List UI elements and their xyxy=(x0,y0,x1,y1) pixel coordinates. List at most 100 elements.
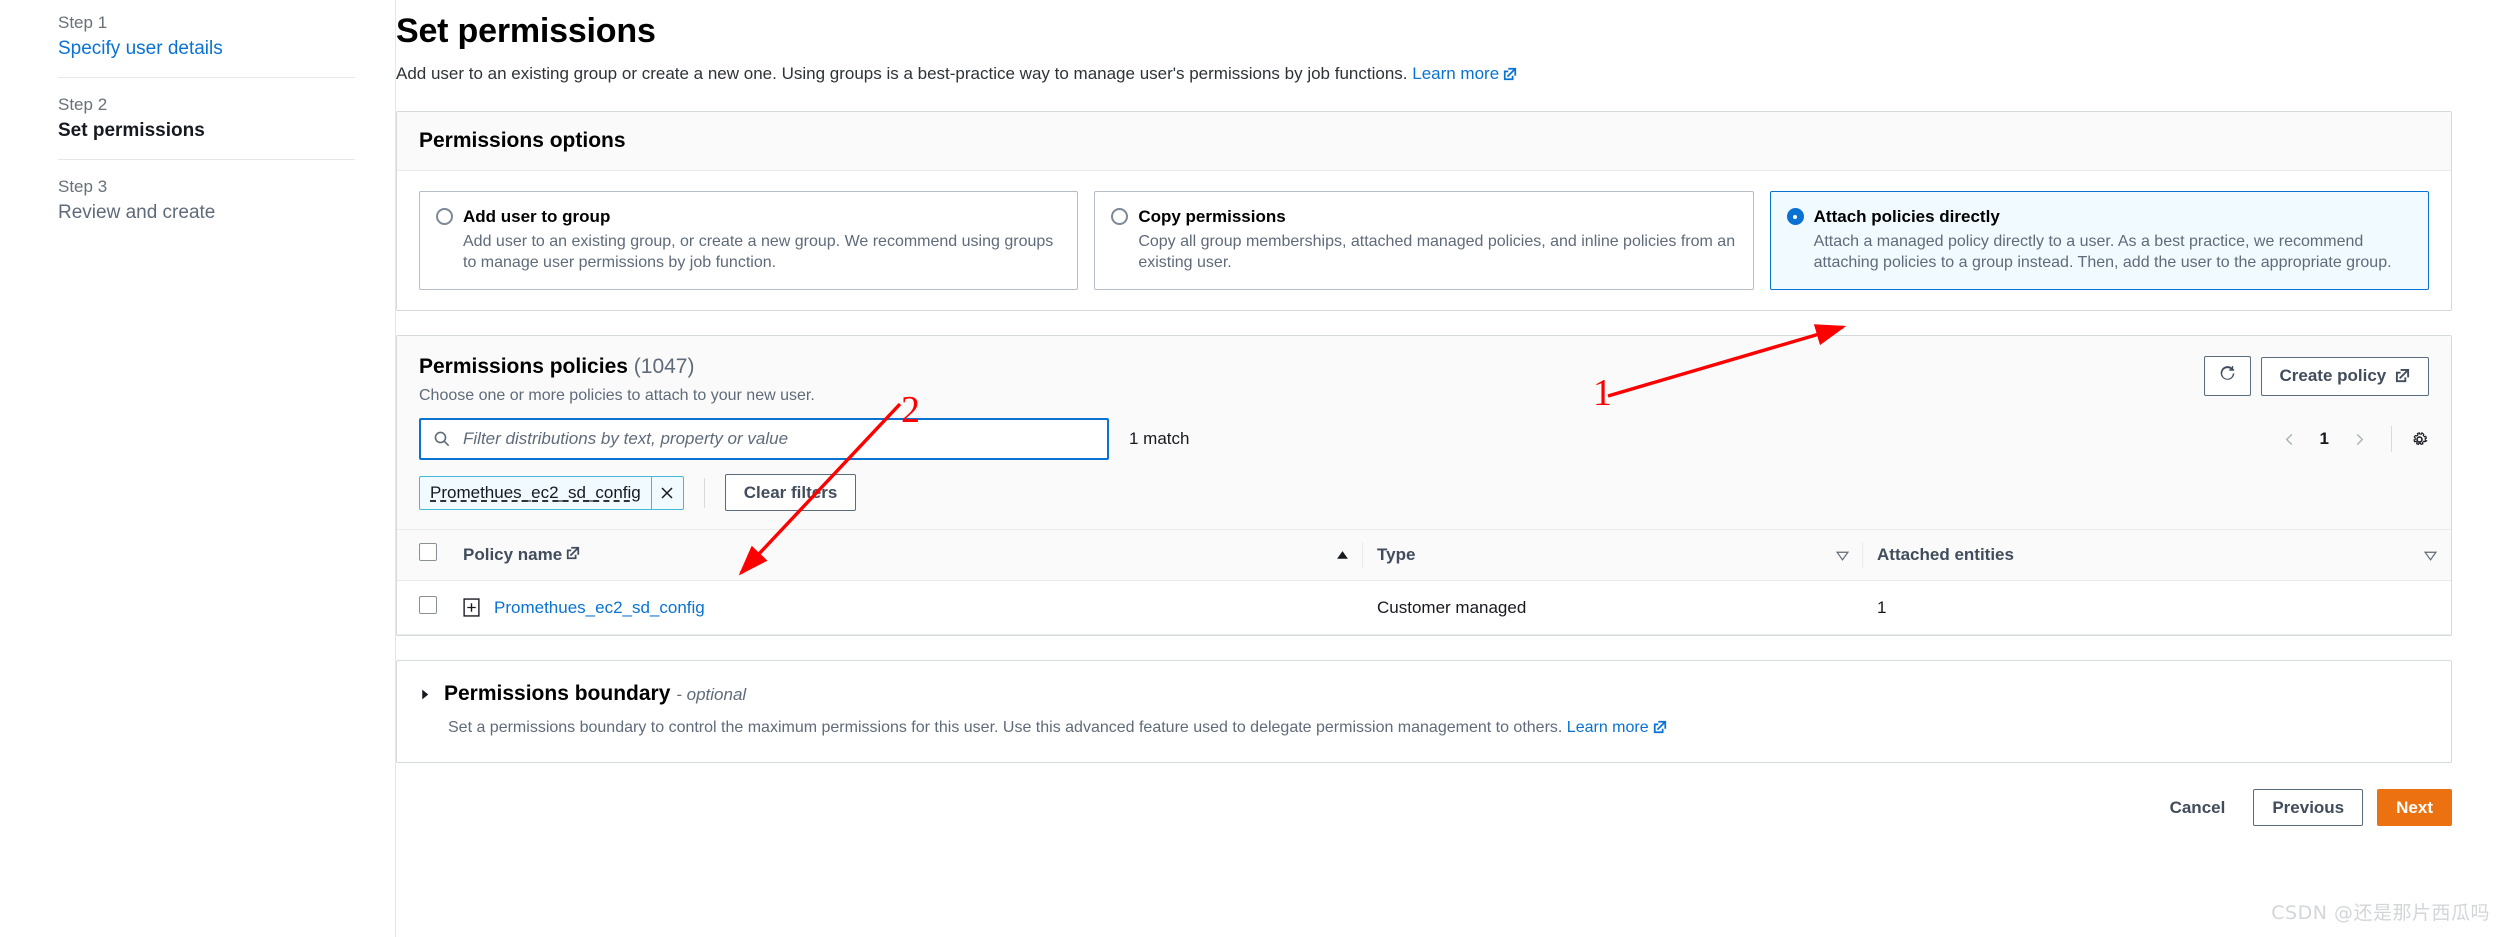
external-link-icon xyxy=(566,544,580,566)
option-card-add-user-to-group[interactable]: Add user to group Add user to an existin… xyxy=(419,191,1079,290)
external-link-icon xyxy=(2395,367,2410,388)
column-header-policy-name[interactable]: Policy name xyxy=(463,529,1363,581)
policies-title: Permissions policies xyxy=(419,355,628,378)
policies-filter-row: 1 match 1 xyxy=(397,406,2451,460)
boundary-learn-more-link[interactable]: Learn more xyxy=(1567,719,1649,736)
header-learn-more-label: Learn more xyxy=(1412,64,1500,83)
row-type-cell: Customer managed xyxy=(1363,580,1863,635)
pagination-page-number[interactable]: 1 xyxy=(2310,429,2339,449)
main-content: Set permissions Add user to an existing … xyxy=(396,0,2512,937)
wizard-step-3: Step 3 Review and create xyxy=(58,159,355,241)
pagination-previous-icon[interactable] xyxy=(2276,425,2304,453)
permissions-option-cards: Add user to group Add user to an existin… xyxy=(419,191,2429,290)
permissions-boundary-label: Permissions boundary xyxy=(444,682,671,705)
refresh-icon xyxy=(2218,366,2237,387)
option-title-attach-policies-directly: Attach policies directly xyxy=(1813,207,2000,226)
table-preferences-button[interactable] xyxy=(2410,430,2429,449)
permissions-boundary-container: Permissions boundary - optional Set a pe… xyxy=(396,660,2452,763)
select-all-checkbox[interactable] xyxy=(419,543,437,561)
policies-count: (1047) xyxy=(633,355,695,378)
external-link-icon xyxy=(1653,719,1667,740)
wizard-footer: Cancel Previous Next xyxy=(396,789,2452,826)
option-title-add-user-to-group: Add user to group xyxy=(463,207,611,226)
policies-header-actions: Create policy xyxy=(2203,354,2429,396)
permissions-policies-container: Permissions policies (1047) Choose one o… xyxy=(396,335,2452,636)
clear-filters-button[interactable]: Clear filters xyxy=(724,474,857,511)
sort-ascending-icon xyxy=(1336,549,1363,562)
column-label-policy-name: Policy name xyxy=(463,545,563,564)
policies-pagination: 1 xyxy=(2276,425,2429,453)
option-desc-copy-permissions: Copy all group memberships, attached man… xyxy=(1138,233,1736,271)
set-permissions-page: Step 1 Specify user details Step 2 Set p… xyxy=(0,0,2512,937)
wizard-steps-rail: Step 1 Specify user details Step 2 Set p… xyxy=(0,0,396,937)
policies-table: Policy name Type Attached entities Prome… xyxy=(397,529,2451,635)
filter-token[interactable]: Promethues_ec2_sd_config xyxy=(419,475,684,510)
policy-name-link[interactable]: Promethues_ec2_sd_config xyxy=(494,598,705,618)
policy-search-box[interactable] xyxy=(419,418,1109,460)
permissions-boundary-optional: - optional xyxy=(676,685,747,704)
page-description: Add user to an existing group or create … xyxy=(396,63,2452,87)
filter-token-remove-icon[interactable] xyxy=(650,476,683,509)
table-row[interactable]: Promethues_ec2_sd_config Customer manage… xyxy=(397,580,2451,635)
policies-subtitle: Choose one or more policies to attach to… xyxy=(419,387,815,404)
policies-header: Permissions policies (1047) Choose one o… xyxy=(397,336,2451,406)
wizard-step-1: Step 1 Specify user details xyxy=(58,6,355,77)
radio-attach-policies-directly[interactable] xyxy=(1786,208,1804,225)
column-label-attached-entities: Attached entities xyxy=(1877,545,2014,564)
expand-caret-icon[interactable] xyxy=(419,688,432,701)
row-checkbox[interactable] xyxy=(419,596,437,614)
external-link-icon xyxy=(1503,65,1517,87)
permissions-options-body: Add user to group Add user to an existin… xyxy=(397,171,2451,310)
step-2-label: Step 2 xyxy=(58,95,108,114)
sort-icon-type xyxy=(1836,549,1863,562)
wizard-step-2: Step 2 Set permissions xyxy=(58,77,355,159)
option-desc-add-user-to-group: Add user to an existing group, or create… xyxy=(463,233,1054,271)
step-1-name[interactable]: Specify user details xyxy=(58,37,355,61)
select-all-header xyxy=(397,529,463,581)
create-policy-label: Create policy xyxy=(2279,365,2387,385)
match-count: 1 match xyxy=(1129,429,1190,448)
create-policy-button[interactable]: Create policy xyxy=(2260,356,2429,396)
permissions-boundary-title: Permissions boundary - optional xyxy=(444,681,746,708)
token-row-divider xyxy=(703,477,705,508)
radio-copy-permissions[interactable] xyxy=(1111,208,1129,225)
step-3-name: Review and create xyxy=(58,202,216,223)
radio-add-user-to-group[interactable] xyxy=(436,208,453,225)
search-icon xyxy=(433,430,451,448)
policy-search-input[interactable] xyxy=(461,420,1095,458)
row-policy-name-cell: Promethues_ec2_sd_config xyxy=(463,580,1363,635)
option-card-attach-policies-directly[interactable]: Attach policies directly Attach a manage… xyxy=(1769,191,2429,290)
header-learn-more-link[interactable]: Learn more xyxy=(1412,64,1499,83)
option-desc-attach-policies-directly: Attach a managed policy directly to a us… xyxy=(1813,233,2392,271)
previous-button[interactable]: Previous xyxy=(2253,789,2364,826)
refresh-button[interactable] xyxy=(2203,356,2251,396)
permissions-options-header: Permissions options xyxy=(397,112,2451,171)
permissions-boundary-description-text: Set a permissions boundary to control th… xyxy=(448,719,1563,736)
cancel-button[interactable]: Cancel xyxy=(2156,791,2240,825)
column-header-type[interactable]: Type xyxy=(1363,529,1863,581)
row-select-cell xyxy=(397,580,463,635)
next-button[interactable]: Next xyxy=(2377,789,2452,826)
column-header-attached-entities[interactable]: Attached entities xyxy=(1863,529,2451,581)
permissions-options-container: Permissions options Add user to group Ad… xyxy=(396,111,2452,311)
option-title-copy-permissions: Copy permissions xyxy=(1138,207,1286,226)
step-1-label: Step 1 xyxy=(58,13,108,32)
page-description-text: Add user to an existing group or create … xyxy=(396,64,1408,83)
pagination-next-icon[interactable] xyxy=(2345,425,2373,453)
permissions-boundary-description: Set a permissions boundary to control th… xyxy=(448,717,2429,740)
clear-filters-label: Clear filters xyxy=(743,483,838,502)
policy-document-icon xyxy=(463,598,480,617)
sort-icon-attached-entities xyxy=(2424,549,2451,562)
permissions-boundary-section: Permissions boundary - optional Set a pe… xyxy=(397,661,2451,762)
column-label-type: Type xyxy=(1377,545,1416,564)
page-title: Set permissions xyxy=(396,12,656,50)
policies-table-header-row: Policy name Type Attached entities xyxy=(397,529,2451,581)
policies-token-row: Promethues_ec2_sd_config Clear filters xyxy=(397,460,2451,529)
boundary-learn-more-label: Learn more xyxy=(1566,719,1649,736)
filter-token-label: Promethues_ec2_sd_config xyxy=(430,482,641,502)
watermark: CSDN @还是那片西瓜吗 xyxy=(2271,902,2490,924)
option-card-copy-permissions[interactable]: Copy permissions Copy all group membersh… xyxy=(1094,191,1754,290)
pagination-divider xyxy=(2391,426,2392,452)
permissions-options-title: Permissions options xyxy=(419,129,626,152)
step-2-name: Set permissions xyxy=(58,120,205,141)
